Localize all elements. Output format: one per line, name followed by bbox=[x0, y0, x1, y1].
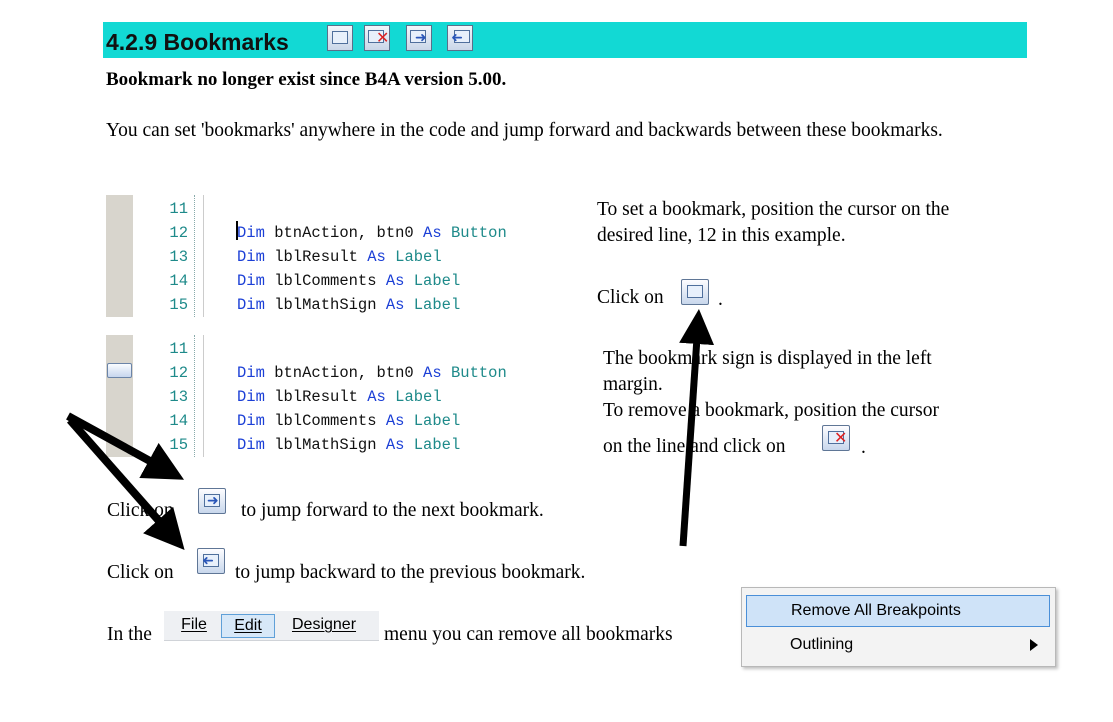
menu-line-suffix: menu you can remove all bookmarks bbox=[384, 624, 673, 645]
bookmark-sign-text: The bookmark sign is displayed in the le… bbox=[603, 346, 939, 424]
menu-item-label: Remove All Breakpoints bbox=[791, 602, 961, 619]
code-line[interactable]: Dim lblMathSign As Label bbox=[237, 436, 460, 454]
submenu-arrow-icon bbox=[1030, 639, 1038, 651]
menu-item-label: Outlining bbox=[790, 636, 854, 653]
click-on-period: . bbox=[718, 289, 723, 310]
line-number: 15 bbox=[169, 296, 188, 314]
remove-bookmark-button[interactable]: ✕ bbox=[822, 425, 850, 451]
toggle-bookmark-icon bbox=[327, 25, 353, 51]
remove-bookmark-icon: ✕ bbox=[364, 25, 390, 51]
click-on-toggle-text: Click on bbox=[597, 287, 664, 308]
line-number: 11 bbox=[169, 340, 188, 358]
remove-period: . bbox=[861, 437, 866, 458]
next-bookmark-button[interactable]: ➜ bbox=[198, 488, 226, 514]
line-number: 11 bbox=[169, 200, 188, 218]
line-number: 12 bbox=[169, 364, 188, 382]
context-menu: Remove All Breakpoints Outlining bbox=[741, 587, 1056, 667]
code-line[interactable]: Dim btnAction, btn0 As Button bbox=[237, 224, 507, 242]
line-number: 15 bbox=[169, 436, 188, 454]
jump-forward-text: to jump forward to the next bookmark. bbox=[241, 500, 544, 521]
code-block-after: 11 12 Dim btnAction, btn0 As Button 13 Dim l… bbox=[106, 335, 576, 457]
line-number: 12 bbox=[169, 224, 188, 242]
editor-gutter bbox=[106, 335, 133, 457]
code-line[interactable]: Dim lblMathSign As Label bbox=[237, 296, 460, 314]
previous-bookmark-icon: ➜ bbox=[447, 25, 473, 51]
code-line[interactable]: Dim btnAction, btn0 As Button bbox=[237, 364, 507, 382]
previous-bookmark-button[interactable]: ➜ bbox=[197, 548, 225, 574]
menu-edit[interactable]: Edit bbox=[221, 614, 275, 638]
intro-paragraph: You can set 'bookmarks' anywhere in the … bbox=[106, 120, 943, 141]
set-bookmark-text: To set a bookmark, position the cursor o… bbox=[597, 197, 949, 249]
code-line[interactable]: Dim lblResult As Label bbox=[237, 248, 442, 266]
remove-bookmark-line-1: To remove a bookmark, position the curso… bbox=[603, 400, 940, 421]
bookmark-sign-line-1: The bookmark sign is displayed in the le… bbox=[603, 348, 932, 369]
line-number: 14 bbox=[169, 272, 188, 290]
menu-item-remove-all-breakpoints[interactable]: Remove All Breakpoints bbox=[746, 595, 1050, 627]
version-notice: Bookmark no longer exist since B4A versi… bbox=[106, 69, 507, 90]
menu-file[interactable]: File bbox=[172, 614, 216, 638]
line-number: 13 bbox=[169, 388, 188, 406]
jump-backward-click-on: Click on bbox=[107, 562, 174, 583]
line-number: 14 bbox=[169, 412, 188, 430]
section-title: 4.2.9 Bookmarks bbox=[106, 29, 289, 55]
code-line[interactable]: Dim lblComments As Label bbox=[237, 272, 460, 290]
menu-item-outlining[interactable]: Outlining bbox=[746, 630, 1050, 662]
menu-line-prefix: In the bbox=[107, 624, 152, 645]
code-line[interactable]: Dim lblResult As Label bbox=[237, 388, 442, 406]
set-bookmark-line-2: desired line, 12 in this example. bbox=[597, 225, 846, 246]
bookmark-marker-icon bbox=[107, 363, 132, 378]
code-block-before: 11 12 Dim btnAction, btn0 As Button 13 Dim l… bbox=[106, 195, 576, 317]
jump-backward-text: to jump backward to the previous bookmar… bbox=[235, 562, 586, 583]
next-bookmark-icon: ➜ bbox=[406, 25, 432, 51]
remove-bookmark-line-2: on the line and click on bbox=[603, 436, 786, 457]
jump-forward-click-on: Click on bbox=[107, 500, 174, 521]
line-number: 13 bbox=[169, 248, 188, 266]
menu-bar: File Edit Designer bbox=[164, 611, 379, 641]
toggle-bookmark-button[interactable] bbox=[681, 279, 709, 305]
bookmark-sign-line-2: margin. bbox=[603, 374, 663, 395]
editor-gutter bbox=[106, 195, 133, 317]
code-line[interactable]: Dim lblComments As Label bbox=[237, 412, 460, 430]
set-bookmark-line-1: To set a bookmark, position the cursor o… bbox=[597, 199, 950, 220]
menu-designer[interactable]: Designer bbox=[279, 614, 369, 638]
